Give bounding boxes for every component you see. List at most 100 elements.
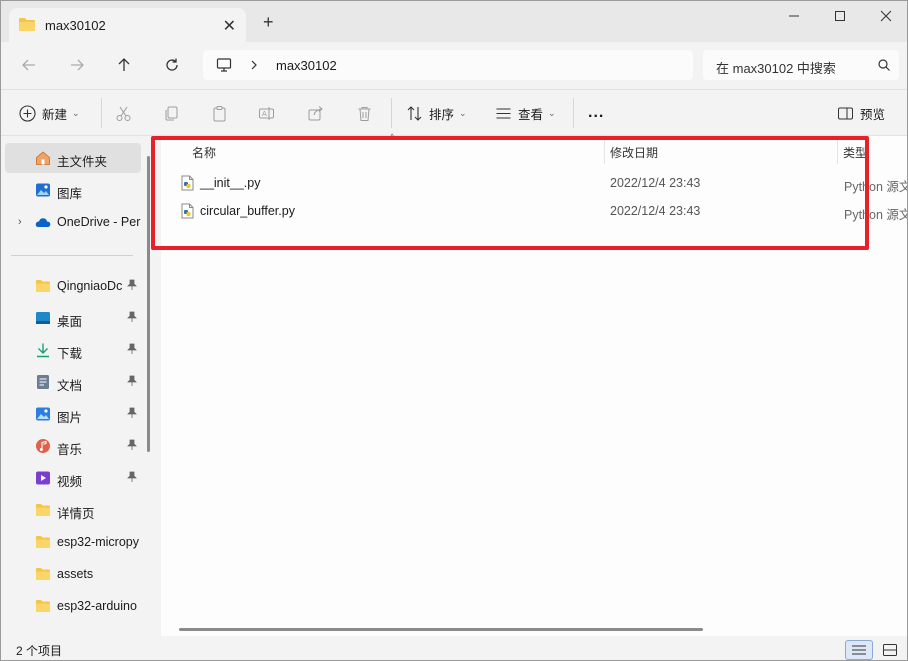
sidebar-scrollbar[interactable] <box>147 156 150 452</box>
sidebar-item-onedrive[interactable]: › OneDrive - Per <box>5 207 141 237</box>
copy-button[interactable] <box>163 102 180 124</box>
divider <box>101 98 102 128</box>
sidebar-item-esp32-arduino[interactable]: esp32-arduino <box>5 591 141 621</box>
chevron-down-icon: ⌄ <box>459 107 467 118</box>
more-options-button[interactable]: ... <box>588 102 604 124</box>
folder-icon <box>36 600 50 612</box>
sort-label: 排序 <box>429 107 455 122</box>
share-icon <box>308 105 323 120</box>
forward-button[interactable] <box>64 52 90 78</box>
refresh-icon <box>166 58 178 71</box>
tiles-view-icon <box>883 644 897 656</box>
sidebar-item-downloads[interactable]: 下载 <box>5 335 141 365</box>
rename-icon: A <box>259 106 274 120</box>
sidebar-item-videos[interactable]: 视频 <box>5 463 141 493</box>
chevron-right-icon[interactable]: › <box>18 216 22 228</box>
sidebar-item-label: 桌面 <box>57 315 83 329</box>
preview-label: 预览 <box>860 107 886 122</box>
view-button[interactable]: 查看 ⌄ <box>495 102 556 124</box>
refresh-button[interactable] <box>159 52 185 78</box>
cloud-icon <box>35 218 51 227</box>
item-count: 2 个项目 <box>16 644 63 658</box>
sidebar-item-assets[interactable]: assets <box>5 559 141 589</box>
sidebar-item-label: 下载 <box>57 347 83 361</box>
file-modified: 2022/12/4 23:43 <box>610 204 701 218</box>
home-icon <box>36 151 50 165</box>
address-bar[interactable]: max30102 <box>203 50 693 80</box>
sidebar-item-gallery[interactable]: 图库 <box>5 175 141 205</box>
up-button[interactable] <box>111 52 137 78</box>
sidebar-item-label: QingniaoDc <box>57 279 123 293</box>
search-placeholder: 在 max30102 中搜索 <box>716 61 836 76</box>
arrow-right-icon <box>71 59 84 71</box>
column-header-type[interactable]: 类型 <box>838 136 907 166</box>
sidebar-item-label: 详情页 <box>57 507 95 521</box>
svg-text:A: A <box>262 110 267 118</box>
minimize-icon[interactable] <box>781 5 807 27</box>
file-row[interactable]: circular_buffer.py 2022/12/4 23:43 Pytho… <box>161 197 908 225</box>
column-header-name[interactable]: 名称 <box>161 136 604 166</box>
folder-icon <box>19 18 35 31</box>
preview-pane-button[interactable]: 预览 <box>837 102 885 124</box>
paste-icon <box>213 105 226 121</box>
folder-icon <box>36 280 50 292</box>
file-type: Python 源文 <box>844 208 908 222</box>
document-icon <box>37 375 49 389</box>
search-icon <box>878 59 890 71</box>
search-input[interactable]: 在 max30102 中搜索 <box>703 50 899 80</box>
python-file-icon <box>181 203 194 219</box>
sidebar-item-details-page[interactable]: 详情页 <box>5 495 141 525</box>
sidebar-item-label: esp32-micropy <box>57 535 139 549</box>
cut-button[interactable] <box>115 102 132 124</box>
sidebar-item-desktop[interactable]: 桌面 <box>5 303 141 333</box>
rename-button[interactable]: A <box>258 102 275 124</box>
close-tab-icon[interactable]: ✕ <box>223 16 236 36</box>
sort-button[interactable]: 排序 ⌄ <box>406 102 467 124</box>
sidebar-item-qingniaodc[interactable]: QingniaoDc <box>5 271 141 301</box>
paste-button[interactable] <box>211 102 228 124</box>
chevron-right-icon[interactable] <box>249 59 259 71</box>
navigation-pane: 主文件夹 图库 › OneDrive - Per QingniaoDc 桌面 下… <box>1 136 153 636</box>
music-icon <box>36 439 50 453</box>
column-type-label: 类型 <box>843 146 868 160</box>
sidebar-item-home[interactable]: 主文件夹 <box>5 143 141 173</box>
back-button[interactable] <box>16 52 42 78</box>
new-label: 新建 <box>42 107 68 122</box>
tiles-view-button[interactable] <box>877 640 903 660</box>
column-modified-label: 修改日期 <box>610 146 659 160</box>
folder-icon <box>36 568 50 580</box>
sidebar-item-music[interactable]: 音乐 <box>5 431 141 461</box>
details-view-button[interactable] <box>845 640 873 660</box>
file-row[interactable]: __init__.py 2022/12/4 23:43 Python 源文 <box>161 169 908 197</box>
title-bar: max30102 ✕ + <box>1 1 907 42</box>
divider <box>573 98 574 128</box>
sidebar-item-documents[interactable]: 文档 <box>5 367 141 397</box>
folder-icon <box>36 536 50 548</box>
address-path[interactable]: max30102 <box>276 58 337 73</box>
horizontal-scrollbar[interactable] <box>179 628 703 631</box>
tab-max30102[interactable]: max30102 ✕ <box>9 8 246 42</box>
arrow-left-icon <box>22 59 35 71</box>
maximize-icon[interactable] <box>827 5 853 27</box>
pictures-icon <box>36 407 50 421</box>
sidebar-divider <box>11 255 133 256</box>
sidebar-item-label: 图片 <box>57 411 83 425</box>
sidebar-item-esp32-micropy[interactable]: esp32-micropy <box>5 527 141 557</box>
share-button[interactable] <box>307 102 324 124</box>
pin-icon <box>127 439 137 454</box>
new-tab-button[interactable]: + <box>263 13 274 31</box>
column-header-modified[interactable]: 修改日期 <box>605 136 837 166</box>
close-icon[interactable] <box>873 5 899 27</box>
video-icon <box>36 471 50 485</box>
preview-pane-icon <box>838 107 853 119</box>
sidebar-item-label: 图库 <box>57 187 83 201</box>
gallery-icon <box>36 183 50 197</box>
pin-icon <box>127 375 137 390</box>
sidebar-item-pictures[interactable]: 图片 <box>5 399 141 429</box>
file-type: Python 源文 <box>844 180 908 194</box>
view-list-icon <box>496 107 511 119</box>
delete-button[interactable] <box>356 102 373 124</box>
file-modified: 2022/12/4 23:43 <box>610 176 701 190</box>
new-button[interactable]: 新建 ⌄ <box>19 102 80 124</box>
sidebar-item-label: esp32-arduino <box>57 599 137 613</box>
